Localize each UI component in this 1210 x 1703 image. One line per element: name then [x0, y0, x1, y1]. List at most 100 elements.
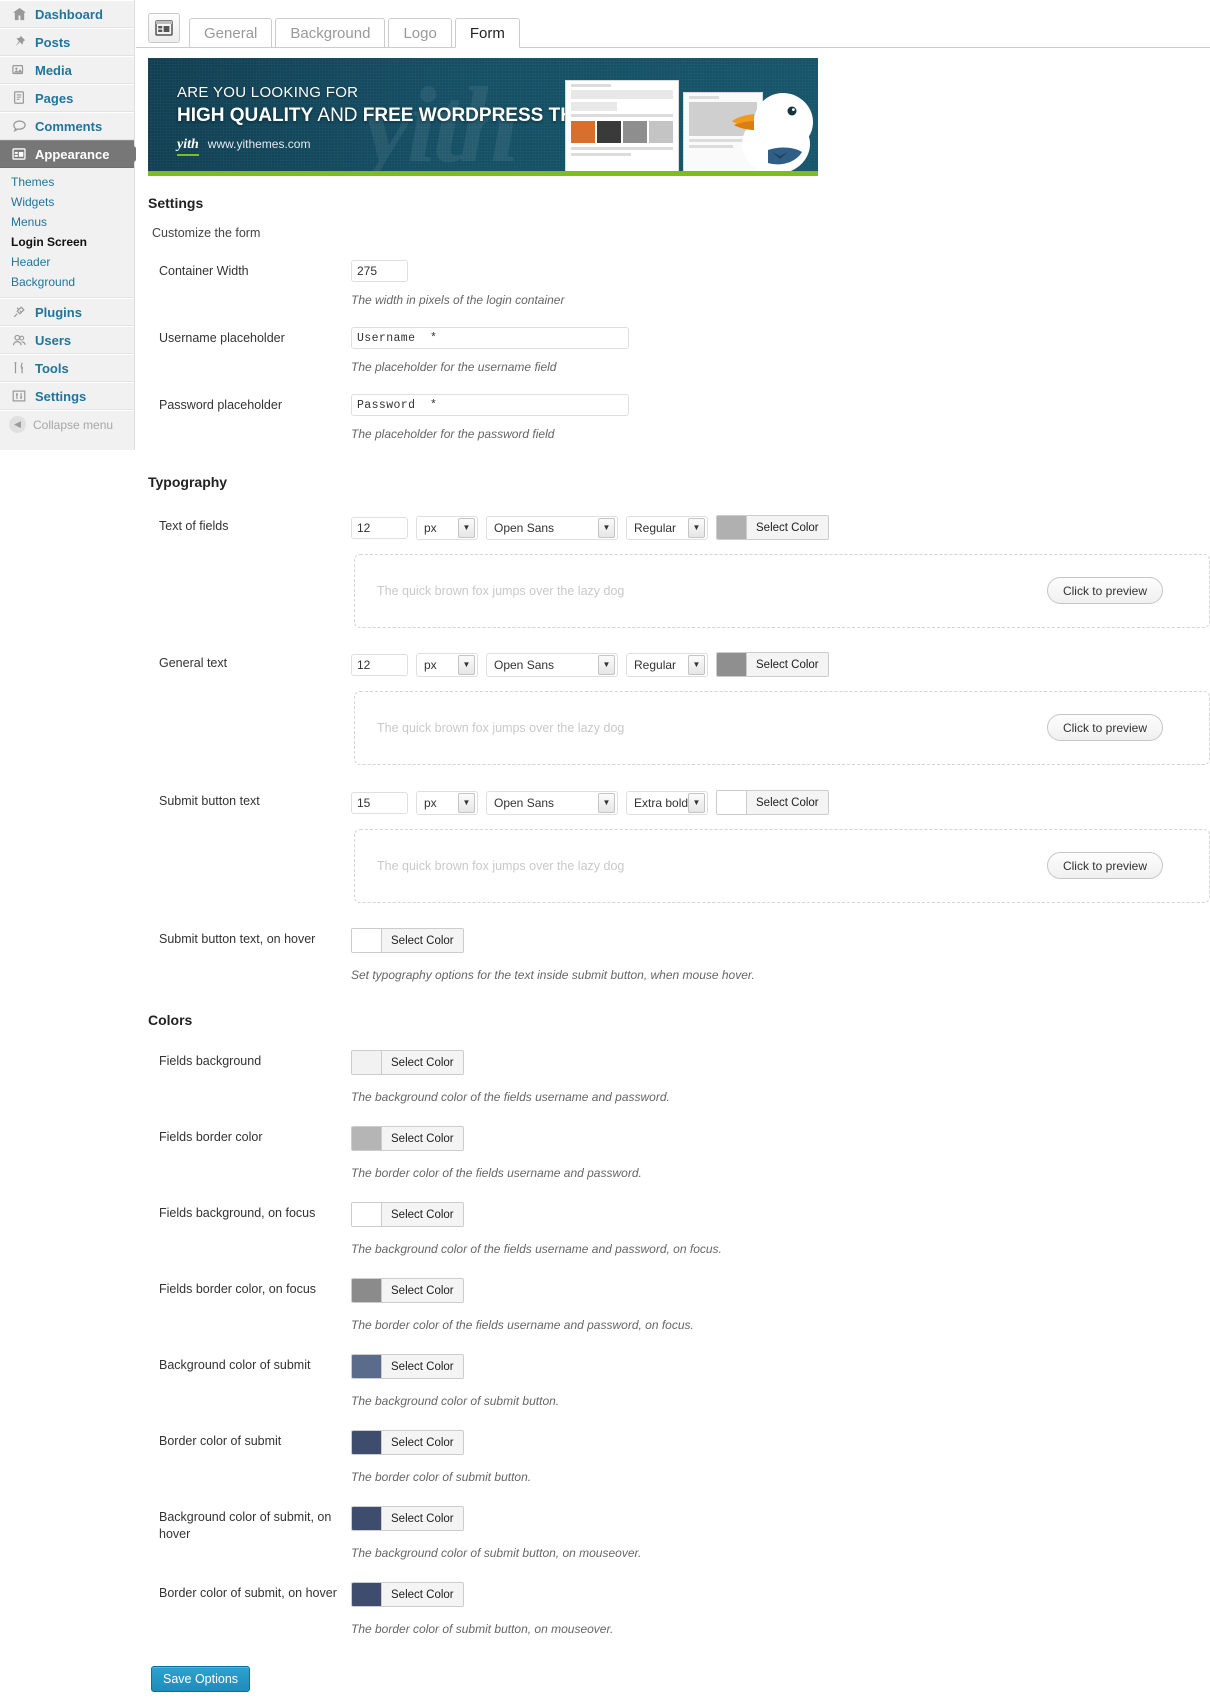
font-weight-select[interactable]: Regular ▼ — [626, 515, 708, 540]
sidebar-item-users[interactable]: Users — [0, 326, 134, 354]
hint-fields-background: The background color of the fields usern… — [351, 1090, 670, 1104]
sidebar-item-label: Pages — [35, 90, 74, 106]
font-size-input[interactable] — [351, 791, 408, 814]
admin-page: Dashboard Posts Media Pages Comments App… — [0, 0, 1210, 1703]
sidebar-item-pages[interactable]: Pages — [0, 84, 134, 112]
label-submit-button-text-hover: Submit button text, on hover — [159, 932, 316, 946]
font-size-input[interactable] — [351, 516, 408, 539]
promo-banner[interactable]: yith ARE YOU LOOKING FOR HIGH QUALITY AN… — [148, 58, 818, 176]
save-options-button[interactable]: Save Options — [151, 1666, 251, 1692]
color-picker-button[interactable]: Select Color — [351, 1430, 464, 1455]
sidebar-subitem-menus[interactable]: Menus — [0, 212, 134, 232]
sidebar-subitem-login-screen[interactable]: Login Screen — [0, 232, 134, 252]
font-family-select[interactable]: Open Sans ▼ — [486, 652, 618, 677]
color-picker-button[interactable]: Select Color — [351, 1354, 464, 1379]
font-preview-box: The quick brown fox jumps over the lazy … — [354, 691, 1210, 765]
select-color-label: Select Color — [382, 929, 463, 952]
color-picker-button[interactable]: Select Color — [716, 790, 829, 815]
click-to-preview-button[interactable]: Click to preview — [1046, 714, 1163, 741]
tab-logo[interactable]: Logo — [388, 18, 452, 48]
preview-sample-text: The quick brown fox jumps over the lazy … — [377, 859, 625, 873]
color-picker-button[interactable]: Select Color — [716, 652, 829, 677]
row-general-text: General text px ▼ Open Sans ▼ Re — [148, 652, 1210, 765]
hint-password-placeholder: The placeholder for the password field — [351, 427, 555, 441]
chevron-down-icon: ▼ — [688, 654, 705, 675]
sidebar-item-appearance[interactable]: Appearance — [0, 140, 143, 168]
sidebar-subitem-header[interactable]: Header — [0, 252, 134, 272]
font-preview-box: The quick brown fox jumps over the lazy … — [354, 554, 1210, 628]
sidebar-item-label: Plugins — [35, 304, 82, 320]
click-to-preview-button[interactable]: Click to preview — [1046, 852, 1163, 879]
collapse-menu-button[interactable]: ◀ Collapse menu — [0, 410, 134, 438]
settings-tabbar: General Background Logo Form — [136, 0, 1210, 48]
row-password-placeholder: Password placeholder The placeholder for… — [148, 394, 1210, 441]
label-border-color-submit: Border color of submit — [159, 1434, 282, 1448]
sidebar-item-posts[interactable]: Posts — [0, 28, 134, 56]
tab-general[interactable]: General — [189, 18, 273, 48]
font-size-input[interactable] — [351, 653, 408, 676]
row-text-of-fields: Text of fields px ▼ Open Sans ▼ — [148, 515, 1210, 628]
font-weight-select[interactable]: Regular ▼ — [626, 652, 708, 677]
banner-url: www.yithemes.com — [207, 137, 311, 151]
banner-plain: AND — [313, 105, 363, 126]
sidebar-item-comments[interactable]: Comments — [0, 112, 134, 140]
colors-heading: Colors — [148, 1012, 193, 1028]
font-unit-select[interactable]: px ▼ — [416, 790, 478, 815]
color-picker-button[interactable]: Select Color — [351, 1582, 464, 1607]
settings-heading: Settings — [148, 195, 204, 211]
typography-controls-general-text: px ▼ Open Sans ▼ Regular ▼ — [351, 652, 1210, 677]
dashboard-icon — [9, 4, 29, 24]
comment-icon — [9, 116, 29, 136]
password-placeholder-input[interactable] — [351, 394, 629, 416]
label-general-text: General text — [159, 656, 228, 670]
tab-background[interactable]: Background — [275, 18, 386, 48]
label-container-width: Container Width — [159, 264, 249, 278]
select-color-label: Select Color — [382, 1203, 463, 1226]
preview-sample-text: The quick brown fox jumps over the lazy … — [377, 584, 625, 598]
label-submit-button-text: Submit button text — [159, 794, 260, 808]
sidebar-item-dashboard[interactable]: Dashboard — [0, 0, 134, 28]
select-color-label: Select Color — [382, 1051, 463, 1074]
row-fields-background-focus: Fields background, on focus Select Color… — [148, 1202, 1210, 1256]
font-unit-select[interactable]: px ▼ — [416, 515, 478, 540]
row-border-color-submit-hover: Border color of submit, on hover Select … — [148, 1582, 1210, 1636]
settings-description: Customize the form — [152, 226, 261, 240]
color-picker-button[interactable]: Select Color — [351, 1126, 464, 1151]
label-border-color-submit-hover: Border color of submit, on hover — [159, 1586, 337, 1600]
sidebar-item-media[interactable]: Media — [0, 56, 134, 84]
duck-mascot-icon — [732, 93, 813, 174]
sidebar-subitem-background[interactable]: Background — [0, 272, 134, 292]
color-picker-button[interactable]: Select Color — [351, 1506, 464, 1531]
font-unit-select[interactable]: px ▼ — [416, 652, 478, 677]
sidebar-item-tools[interactable]: Tools — [0, 354, 134, 382]
sidebar-subitem-widgets[interactable]: Widgets — [0, 192, 134, 212]
color-swatch — [352, 1051, 382, 1074]
color-picker-button[interactable]: Select Color — [351, 1202, 464, 1227]
font-family-select[interactable]: Open Sans ▼ — [486, 790, 618, 815]
color-swatch — [352, 1507, 382, 1530]
row-submit-button-text-hover: Submit button text, on hover Select Colo… — [148, 928, 1210, 982]
font-weight-select[interactable]: Extra bold ▼ — [626, 790, 708, 815]
click-to-preview-button[interactable]: Click to preview — [1046, 577, 1163, 604]
color-picker-button[interactable]: Select Color — [351, 1050, 464, 1075]
font-family-select[interactable]: Open Sans ▼ — [486, 515, 618, 540]
username-placeholder-input[interactable] — [351, 327, 629, 349]
sidebar-item-label: Tools — [35, 360, 69, 376]
sidebar-item-label: Media — [35, 62, 72, 78]
tab-form[interactable]: Form — [454, 18, 520, 48]
row-container-width: Container Width The width in pixels of t… — [148, 260, 1210, 307]
hint-container-width: The width in pixels of the login contain… — [351, 293, 565, 307]
appearance-submenu: Themes Widgets Menus Login Screen Header… — [0, 168, 134, 298]
sidebar-subitem-themes[interactable]: Themes — [0, 172, 134, 192]
banner-strong-a: HIGH QUALITY — [177, 105, 314, 126]
color-picker-button[interactable]: Select Color — [351, 1278, 464, 1303]
sidebar-item-plugins[interactable]: Plugins — [0, 298, 134, 326]
hint-fields-background-focus: The background color of the fields usern… — [351, 1242, 722, 1256]
container-width-input[interactable] — [351, 260, 408, 282]
select-color-label: Select Color — [382, 1507, 463, 1530]
sidebar-item-settings[interactable]: Settings — [0, 382, 134, 410]
color-picker-button[interactable]: Select Color — [716, 515, 829, 540]
chevron-down-icon: ▼ — [458, 517, 475, 538]
color-picker-button[interactable]: Select Color — [351, 928, 464, 953]
users-icon — [9, 330, 29, 350]
